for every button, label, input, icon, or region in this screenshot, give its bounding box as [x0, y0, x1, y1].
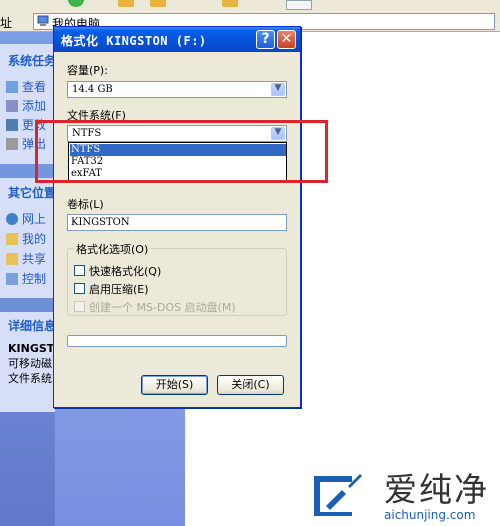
- place-label: 控制: [22, 272, 47, 286]
- help-icon: ?: [261, 31, 270, 47]
- capacity-label: 容量(P):: [67, 64, 108, 77]
- capacity-select[interactable]: 14.4 GB ▼: [67, 81, 287, 98]
- place-label: 网上: [22, 212, 47, 226]
- close-icon: ✕: [280, 31, 293, 47]
- network-icon: [6, 213, 18, 225]
- capacity-value: 14.4 GB: [72, 84, 113, 95]
- my-computer-icon: [37, 15, 49, 26]
- other-places-panel: 其它位置 网上 我的 共享 控制: [0, 178, 55, 298]
- folder-icon[interactable]: [118, 0, 134, 7]
- annotation-highlight: [35, 120, 328, 183]
- place-shared[interactable]: 共享: [6, 250, 46, 267]
- details-type: 可移动磁: [8, 357, 52, 370]
- close-button[interactable]: ✕: [277, 30, 296, 49]
- search-icon[interactable]: [150, 0, 166, 7]
- change-setting-icon: [6, 119, 18, 131]
- details-name: KINGSTON: [8, 342, 55, 355]
- place-network[interactable]: 网上: [6, 210, 46, 227]
- task-label: 添加: [22, 99, 47, 113]
- task-view[interactable]: 查看: [6, 78, 46, 95]
- capacity-dropdown-button[interactable]: ▼: [271, 83, 285, 96]
- address-label: 址: [0, 16, 13, 30]
- details-title[interactable]: 详细信息: [8, 317, 55, 334]
- compression-checkbox[interactable]: [74, 283, 85, 294]
- compression-label[interactable]: 启用压缩(E): [89, 281, 149, 297]
- views-icon[interactable]: [222, 0, 238, 7]
- back-icon[interactable]: [68, 0, 84, 7]
- format-dialog: 格式化 KINGSTON (F:) ? ✕ 容量(P): 14.4 GB ▼ 文…: [53, 26, 301, 408]
- volume-label: 卷标(L): [67, 198, 104, 211]
- watermark-logo: 爱纯净 aichunjing.com: [308, 470, 494, 522]
- brand-url: aichunjing.com: [384, 508, 476, 522]
- brand-name: 爱纯净: [384, 470, 489, 509]
- msdos-startup-checkbox: [74, 301, 85, 312]
- quick-format-label[interactable]: 快速格式化(Q): [89, 263, 161, 279]
- start-button[interactable]: 开始(S): [141, 375, 208, 395]
- control-panel-icon: [6, 273, 18, 285]
- task-label: 查看: [22, 80, 47, 94]
- brand-logo-icon: [314, 474, 362, 516]
- place-label: 我的: [22, 232, 47, 246]
- shared-folder-icon: [6, 253, 18, 265]
- quick-format-checkbox[interactable]: [74, 265, 85, 276]
- my-documents-icon: [6, 233, 18, 245]
- task-add[interactable]: 添加: [6, 97, 46, 114]
- format-progress-bar: [67, 335, 287, 347]
- volume-input[interactable]: KINGSTON: [67, 214, 287, 231]
- place-my-docs[interactable]: 我的: [6, 230, 46, 247]
- other-places-title[interactable]: 其它位置: [8, 184, 55, 201]
- add-remove-icon: [6, 100, 18, 112]
- details-filesystem: 文件系统: [8, 372, 52, 385]
- place-control-panel[interactable]: 控制: [6, 270, 46, 287]
- msdos-startup-label: 创建一个 MS-DOS 启动盘(M): [89, 301, 236, 314]
- task-pane: 系统任务 查看 添加 更改 弹出 其它位置 网上 我的 共享 控制 详细信息 K…: [0, 32, 55, 526]
- system-tasks-title[interactable]: 系统任务: [8, 52, 55, 69]
- dialog-titlebar[interactable]: 格式化 KINGSTON (F:) ? ✕: [54, 27, 300, 52]
- details-panel: 详细信息 KINGSTON 可移动磁 文件系统: [0, 312, 55, 412]
- chevron-down-icon: ▼: [274, 83, 282, 93]
- close-dialog-button[interactable]: 关闭(C): [217, 375, 284, 395]
- eject-icon: [6, 138, 18, 150]
- volume-value: KINGSTON: [71, 217, 130, 228]
- view-info-icon: [6, 81, 18, 93]
- dialog-title: 格式化 KINGSTON (F:): [61, 34, 207, 48]
- place-label: 共享: [22, 252, 47, 266]
- help-button[interactable]: ?: [256, 30, 275, 49]
- toolbar-button[interactable]: [286, 0, 312, 10]
- format-options-label: 格式化选项(O): [74, 241, 151, 257]
